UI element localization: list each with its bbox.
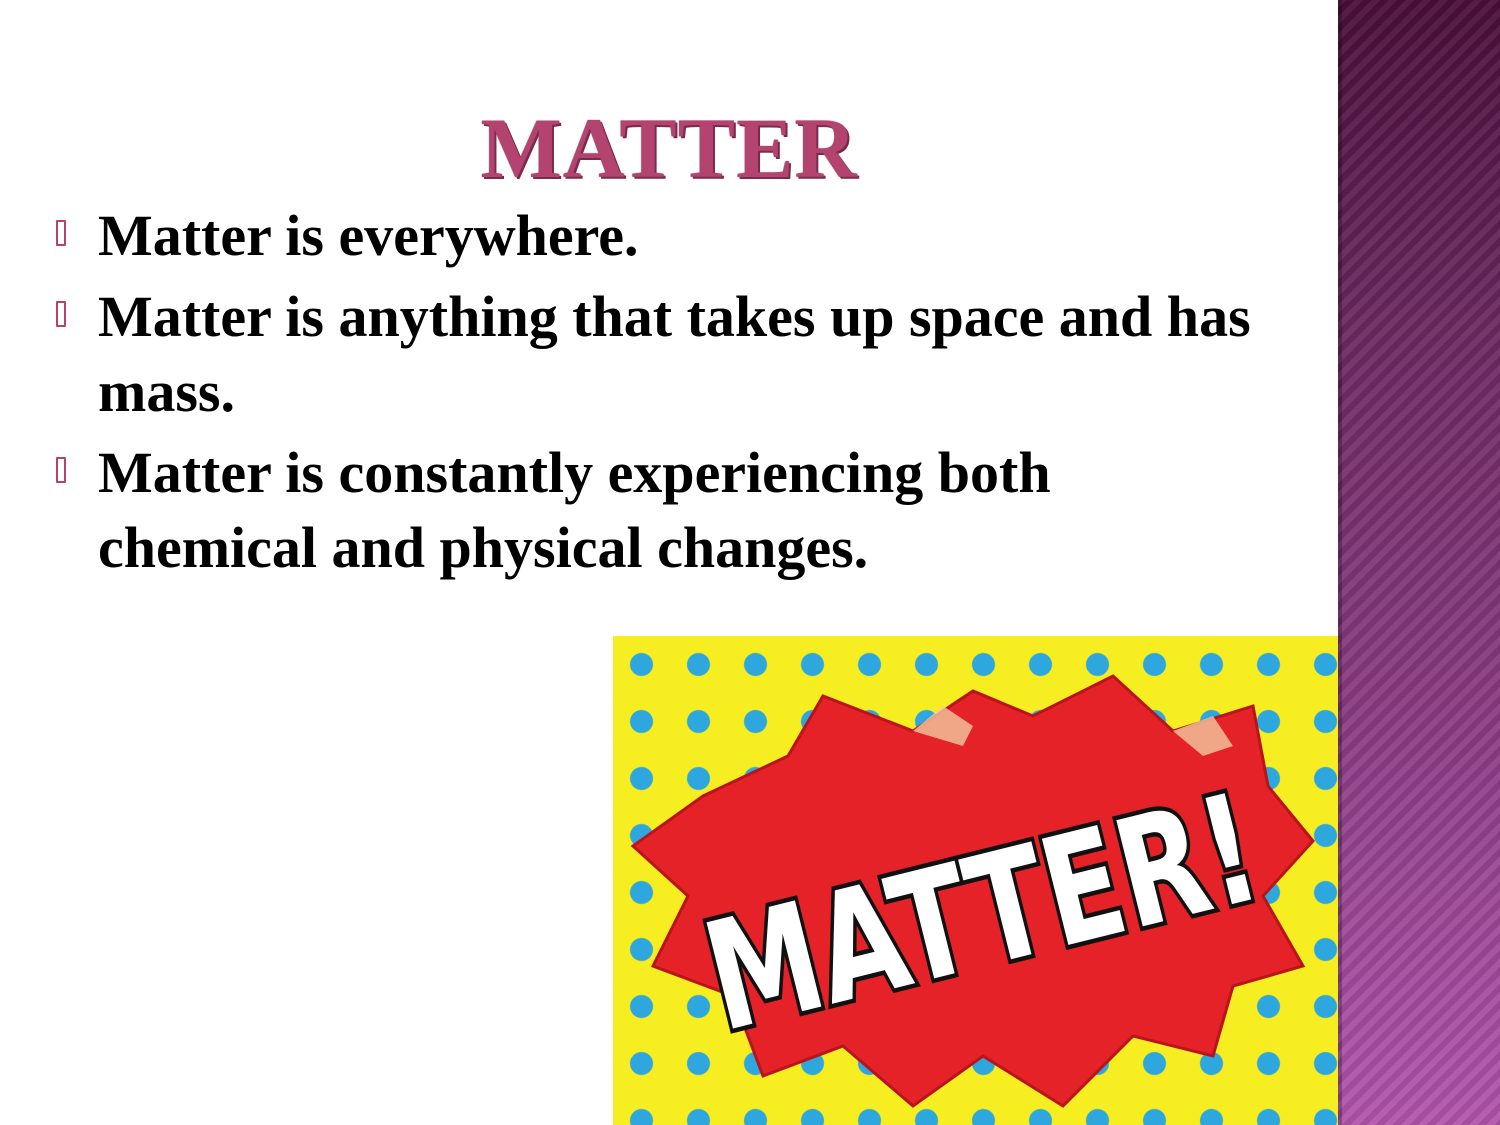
decorative-side-band xyxy=(1338,0,1500,1125)
slide-title: MATTER xyxy=(480,100,858,196)
bullet-list: Matter is everywhere. Matter is anything… xyxy=(50,198,1280,591)
bullet-text: Matter is constantly experiencing both c… xyxy=(98,440,1051,580)
side-band-texture xyxy=(1338,0,1500,1125)
bullet-text: Matter is everywhere. xyxy=(98,203,639,268)
bullet-marker-icon xyxy=(56,457,66,483)
comic-burst-svg: MATTER! xyxy=(630,674,1315,1108)
bullet-item: Matter is anything that takes up space a… xyxy=(50,279,1280,429)
bullet-item: Matter is everywhere. xyxy=(50,198,1280,273)
bullet-marker-icon xyxy=(56,220,66,246)
bullet-item: Matter is constantly experiencing both c… xyxy=(50,435,1280,585)
side-band-edge xyxy=(1338,0,1342,1125)
slide: MATTER Matter is everywhere. Matter is a… xyxy=(0,0,1500,1125)
comic-matter-image: MATTER! xyxy=(613,636,1338,1125)
bullet-marker-icon xyxy=(56,301,66,327)
bullet-text: Matter is anything that takes up space a… xyxy=(98,284,1251,424)
